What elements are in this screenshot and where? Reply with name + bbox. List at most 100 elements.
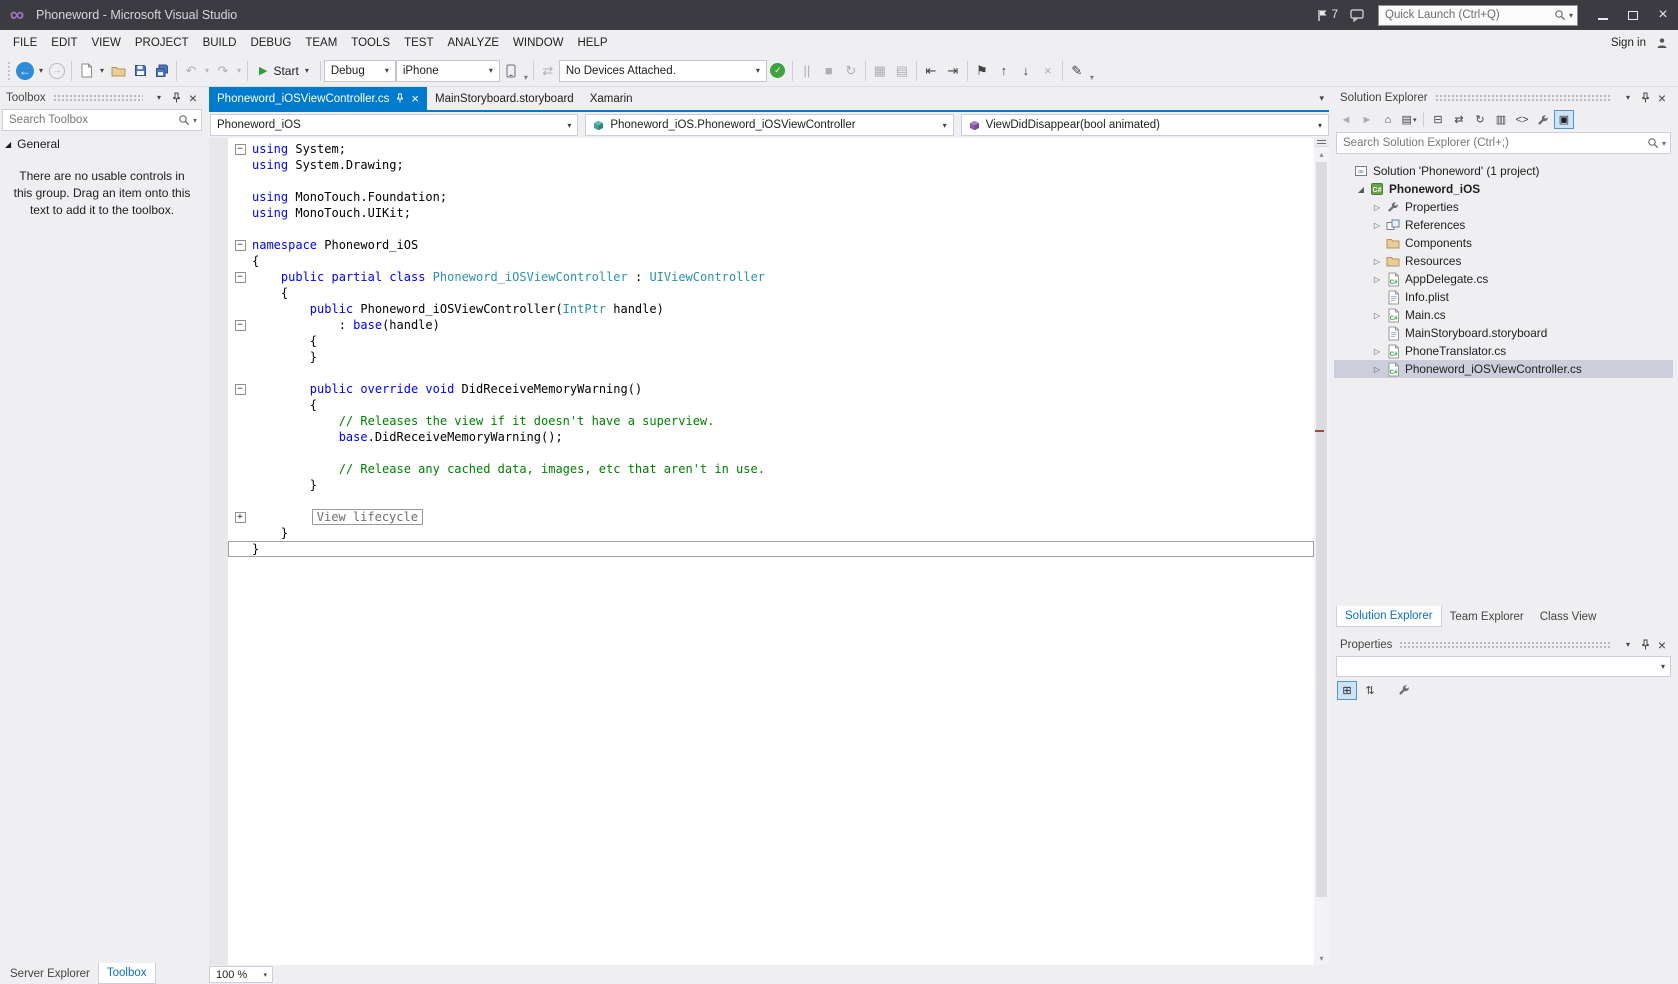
code-line[interactable]: using System.Drawing; [228, 157, 1314, 173]
vertical-scrollbar[interactable]: ▴ ▾ [1314, 138, 1329, 965]
pin-icon[interactable] [395, 93, 405, 104]
solution-platform-select[interactable]: iPhone▾ [396, 60, 500, 82]
fold-collapse-icon[interactable]: − [235, 384, 246, 395]
code-line[interactable]: } [228, 477, 1314, 493]
collapsed-region[interactable]: View lifecycle [312, 509, 423, 525]
code-line[interactable] [228, 493, 1314, 509]
code-line[interactable]: { [228, 333, 1314, 349]
code-line[interactable]: // Releases the view if it doesn't have … [228, 413, 1314, 429]
undo-button[interactable]: ↶ [180, 59, 202, 83]
notifications-button[interactable]: 7 [1317, 9, 1338, 22]
tree-item-components[interactable]: Components [1334, 234, 1673, 252]
start-debug-button[interactable]: ▶ Start ▾ [251, 59, 317, 83]
preview-selected-items-icon[interactable]: ▣ [1554, 110, 1574, 129]
indicator-margin[interactable] [209, 138, 228, 965]
fold-expand-icon[interactable]: + [235, 512, 246, 523]
menu-team[interactable]: TEAM [298, 34, 344, 52]
categorized-button[interactable]: ⊞ [1337, 681, 1357, 700]
collapsed-arrow-icon[interactable]: ▷ [1370, 347, 1384, 356]
navigate-forward-button[interactable]: → [46, 59, 68, 83]
window-position-icon[interactable]: ▾ [1620, 637, 1636, 653]
increase-indent-button[interactable]: ⇥ [942, 59, 964, 83]
scrollbar-track[interactable] [1314, 161, 1329, 951]
new-file-dropdown-icon[interactable]: ▾ [97, 66, 107, 75]
zoom-select[interactable]: 100 % ▾ [209, 966, 273, 983]
tab-xamarin[interactable]: Xamarin [582, 87, 641, 110]
panel-tab-solution-explorer[interactable]: Solution Explorer [1336, 606, 1442, 627]
solution-explorer-search-input[interactable] [1343, 137, 1647, 149]
window-position-icon[interactable]: ▾ [1620, 90, 1636, 106]
previous-bookmark-button[interactable]: ↑ [993, 59, 1015, 83]
collapsed-arrow-icon[interactable]: ▷ [1370, 275, 1384, 284]
close-icon[interactable]: × [1654, 637, 1670, 653]
pin-icon[interactable] [168, 90, 184, 106]
close-icon[interactable]: × [185, 90, 201, 106]
tree-item-phoneword-ios[interactable]: ◢C#Phoneword_iOS [1334, 180, 1673, 198]
toolbox-search[interactable]: ▾ [2, 109, 202, 131]
tree-item-info-plist[interactable]: Info.plist [1334, 288, 1673, 306]
comment-button[interactable]: ✎ [1066, 59, 1088, 83]
scrollbar-thumb[interactable] [1316, 162, 1327, 897]
code-line[interactable] [228, 173, 1314, 189]
quick-launch-input[interactable] [1385, 9, 1554, 21]
tree-item-properties[interactable]: ▷Properties [1334, 198, 1673, 216]
feedback-icon[interactable] [1350, 9, 1364, 22]
maximize-button[interactable] [1618, 0, 1648, 30]
new-file-button[interactable] [75, 59, 97, 83]
undo-dropdown-icon[interactable]: ▾ [202, 66, 212, 75]
scroll-down-icon[interactable]: ▾ [1314, 951, 1329, 965]
toolbar-overflow-icon[interactable]: ▾ [1090, 73, 1094, 82]
collapsed-arrow-icon[interactable]: ▷ [1370, 203, 1384, 212]
decrease-indent-button[interactable]: ⇤ [920, 59, 942, 83]
toolbar-grip[interactable] [7, 61, 11, 81]
pin-icon[interactable] [1637, 90, 1653, 106]
project-select[interactable]: Phoneword_iOS ▾ [210, 114, 578, 136]
expanded-arrow-icon[interactable]: ◢ [1354, 185, 1368, 194]
collapsed-arrow-icon[interactable]: ▷ [1370, 365, 1384, 374]
refresh-icon[interactable]: ↻ [1470, 110, 1490, 129]
solution-explorer-search[interactable]: ▾ [1336, 132, 1671, 154]
clear-bookmarks-button[interactable]: × [1037, 59, 1059, 83]
menu-analyze[interactable]: ANALYZE [440, 34, 506, 52]
panel-splitter[interactable] [1334, 627, 1673, 634]
code-line[interactable]: using MonoTouch.Foundation; [228, 189, 1314, 205]
collapsed-arrow-icon[interactable]: ▷ [1370, 257, 1384, 266]
code-line[interactable]: −using System; [228, 141, 1314, 157]
member-select[interactable]: ViewDidDisappear(bool animated) ▾ [961, 114, 1329, 136]
device-settings-icon[interactable] [500, 59, 522, 83]
tree-item-mainstoryboard-storyboard[interactable]: MainStoryboard.storyboard [1334, 324, 1673, 342]
solution-configuration-select[interactable]: Debug▾ [324, 60, 396, 82]
code-line[interactable]: + View lifecycle [228, 509, 1314, 525]
code-editor[interactable]: −using System;using System.Drawing; using… [228, 138, 1314, 965]
panel-tab-toolbox[interactable]: Toolbox [98, 963, 156, 984]
document-list-icon[interactable]: ▾ [1314, 93, 1329, 104]
code-line[interactable] [228, 221, 1314, 237]
menu-window[interactable]: WINDOW [506, 34, 570, 52]
scroll-up-icon[interactable]: ▴ [1314, 147, 1329, 161]
tab-mainstoryboard-storyboard[interactable]: MainStoryboard.storyboard [427, 87, 582, 110]
code-line[interactable]: − : base(handle) [228, 317, 1314, 333]
view-code-icon[interactable]: <> [1512, 110, 1532, 129]
fold-collapse-icon[interactable]: − [235, 320, 246, 331]
build-button[interactable]: ▦ [869, 59, 891, 83]
pair-device-icon[interactable]: ⇄ [537, 59, 559, 83]
menu-edit[interactable]: EDIT [44, 34, 84, 52]
switch-views-icon[interactable]: ▤▾ [1399, 110, 1419, 129]
code-line[interactable]: } [228, 525, 1314, 541]
user-icon[interactable] [1656, 37, 1668, 49]
tree-item-phoneword-iosviewcontroller-cs[interactable]: ▷C#Phoneword_iOSViewController.cs [1334, 360, 1673, 378]
collapsed-arrow-icon[interactable]: ▷ [1370, 221, 1384, 230]
chevron-down-icon[interactable]: ▾ [1569, 11, 1573, 20]
toolbox-search-input[interactable] [9, 114, 178, 126]
menu-tools[interactable]: TOOLS [344, 34, 397, 52]
pin-icon[interactable] [1637, 637, 1653, 653]
code-line[interactable]: using MonoTouch.UIKit; [228, 205, 1314, 221]
break-all-button[interactable]: || [796, 59, 818, 83]
panel-tab-team-explorer[interactable]: Team Explorer [1442, 606, 1532, 627]
tree-item-phonetranslator-cs[interactable]: ▷C#PhoneTranslator.cs [1334, 342, 1673, 360]
save-button[interactable] [129, 59, 151, 83]
menu-debug[interactable]: DEBUG [243, 34, 298, 52]
code-line[interactable]: { [228, 285, 1314, 301]
view-list-button[interactable]: ▤ [891, 59, 913, 83]
code-line[interactable]: −namespace Phoneword_iOS [228, 237, 1314, 253]
